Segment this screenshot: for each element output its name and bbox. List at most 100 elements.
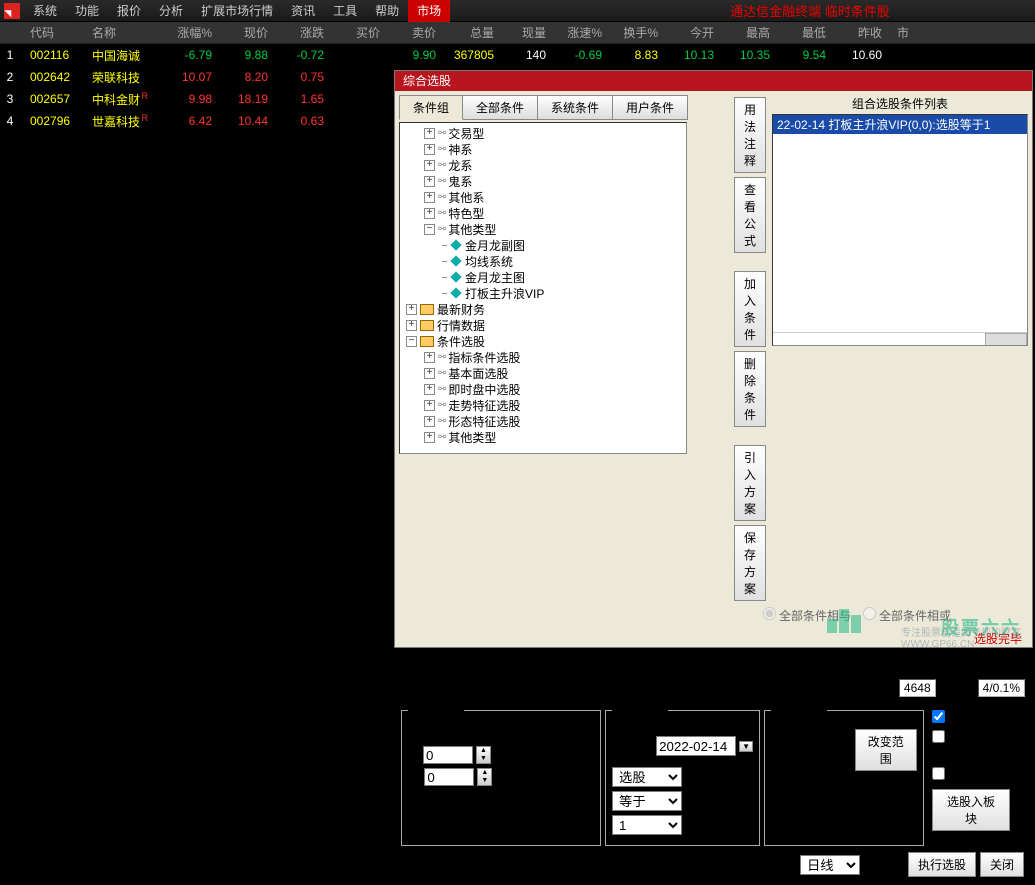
tree-item[interactable]: ⎯打板主升浪VIP (400, 285, 686, 301)
menu-工具[interactable]: 工具 (324, 0, 366, 22)
tree-item[interactable]: +⚯神系 (400, 141, 686, 157)
scrollbar-horizontal[interactable] (773, 332, 1027, 346)
tree-item[interactable]: +行情数据 (400, 317, 686, 333)
col-pct[interactable]: 涨幅% (164, 24, 222, 41)
expand-icon[interactable]: − (406, 336, 417, 347)
expand-icon[interactable]: + (406, 320, 417, 331)
action-button-4[interactable]: 引入方案 (734, 445, 766, 521)
expand-icon[interactable]: + (424, 384, 435, 395)
tree-item[interactable]: +⚯其他系 (400, 189, 686, 205)
expand-icon[interactable]: + (424, 176, 435, 187)
condition-list-item[interactable]: 22-02-14 打板主升浪VIP(0,0):选股等于1 (773, 115, 1027, 134)
expand-icon[interactable]: + (424, 208, 435, 219)
tree-item[interactable]: ⎯金月龙主图 (400, 269, 686, 285)
expand-icon[interactable]: + (424, 352, 435, 363)
spin-up-icon[interactable]: ▲▼ (477, 768, 492, 786)
col-speed[interactable]: 涨速% (556, 24, 612, 41)
action-button-1[interactable]: 查看公式 (734, 177, 766, 253)
expand-icon[interactable]: + (424, 144, 435, 155)
tree-item[interactable]: +⚯指标条件选股 (400, 349, 686, 365)
expand-icon[interactable]: + (424, 128, 435, 139)
col-m[interactable]: 市 (892, 24, 919, 41)
tree-item[interactable]: +⚯即时盘中选股 (400, 381, 686, 397)
close-button[interactable]: 关闭 (980, 852, 1024, 877)
tab-1[interactable]: 全部条件 (462, 95, 538, 120)
tree-item[interactable]: −条件选股 (400, 333, 686, 349)
radio-all-or[interactable]: 全部条件相或 (863, 607, 951, 624)
tree-item[interactable]: +⚯形态特征选股 (400, 413, 686, 429)
tree-item[interactable]: +⚯鬼系 (400, 173, 686, 189)
run-selection-button[interactable]: 执行选股 (908, 852, 976, 877)
spin-up-icon[interactable]: ▲▼ (476, 746, 491, 764)
menu-帮助[interactable]: 帮助 (366, 0, 408, 22)
date-input[interactable] (656, 736, 736, 756)
tree-item[interactable]: +⚯其他类型 (400, 429, 686, 445)
tree-item[interactable]: +⚯基本面选股 (400, 365, 686, 381)
link-icon: ⚯ (438, 160, 446, 171)
period-select[interactable]: 日线 (800, 855, 860, 875)
col-cur[interactable]: 现量 (504, 24, 556, 41)
tree-item[interactable]: +⚯龙系 (400, 157, 686, 173)
table-row[interactable]: 1002116中国海诚-6.799.88-0.729.90367805140-0… (0, 44, 1035, 66)
check-fq[interactable] (932, 710, 945, 723)
tree-item[interactable]: ⎯均线系统 (400, 253, 686, 269)
action-button-0[interactable]: 用法注释 (734, 97, 766, 173)
condition-tree[interactable]: +⚯交易型+⚯神系+⚯龙系+⚯鬼系+⚯其他系+⚯特色型−⚯其他类型⎯金月龙副图⎯… (399, 122, 687, 454)
tab-2[interactable]: 系统条件 (537, 95, 613, 120)
col-name[interactable]: 名称 (92, 24, 164, 41)
chevron-down-icon[interactable]: ▼ (739, 741, 753, 752)
tree-item[interactable]: −⚯其他类型 (400, 221, 686, 237)
expand-icon[interactable]: + (424, 192, 435, 203)
col-high[interactable]: 最高 (724, 24, 780, 41)
link-icon: ⚯ (438, 144, 446, 155)
expand-icon[interactable]: + (424, 160, 435, 171)
link-icon: ⚯ (438, 192, 446, 203)
col-code[interactable]: 代码 (30, 24, 92, 41)
action-button-3[interactable]: 删除条件 (734, 351, 766, 427)
cond-value-select[interactable]: 1 (612, 815, 682, 835)
menu-市场[interactable]: 市场 (408, 0, 450, 22)
cond-field-select[interactable]: 选股 (612, 767, 682, 787)
expand-icon[interactable]: − (424, 224, 435, 235)
check-untraded[interactable] (932, 730, 945, 743)
expand-icon[interactable]: + (424, 400, 435, 411)
col-prev[interactable]: 昨收 (836, 24, 892, 41)
menu-系统[interactable]: 系统 (24, 0, 66, 22)
stat-selected-label: 选中数 (939, 680, 975, 697)
tab-0[interactable]: 条件组 (399, 95, 463, 120)
menu-扩展市场行情[interactable]: 扩展市场行情 (192, 0, 282, 22)
tree-item[interactable]: +⚯特色型 (400, 205, 686, 221)
tree-item[interactable]: ⎯金月龙副图 (400, 237, 686, 253)
param-m-input[interactable] (424, 768, 474, 786)
tab-3[interactable]: 用户条件 (612, 95, 688, 120)
folder-icon (420, 320, 434, 331)
expand-icon[interactable]: + (424, 416, 435, 427)
tree-item[interactable]: +⚯走势特征选股 (400, 397, 686, 413)
menu-分析[interactable]: 分析 (150, 0, 192, 22)
expand-icon[interactable]: + (424, 368, 435, 379)
check-st[interactable] (932, 767, 945, 780)
menu-功能[interactable]: 功能 (66, 0, 108, 22)
expand-icon[interactable]: + (406, 304, 417, 315)
col-chg[interactable]: 涨跌 (278, 24, 334, 41)
col-ask[interactable]: 卖价 (390, 24, 446, 41)
col-price[interactable]: 现价 (222, 24, 278, 41)
condition-list[interactable]: 22-02-14 打板主升浪VIP(0,0):选股等于1 (772, 114, 1028, 346)
action-button-5[interactable]: 保存方案 (734, 525, 766, 601)
menu-资讯[interactable]: 资讯 (282, 0, 324, 22)
cond-op-select[interactable]: 等于 (612, 791, 682, 811)
action-button-2[interactable]: 加入条件 (734, 271, 766, 347)
tree-item[interactable]: +最新财务 (400, 301, 686, 317)
col-vol[interactable]: 总量 (446, 24, 504, 41)
tree-item[interactable]: +⚯交易型 (400, 125, 686, 141)
expand-icon[interactable]: + (424, 432, 435, 443)
change-range-button[interactable]: 改变范围 (855, 729, 917, 771)
col-low[interactable]: 最低 (780, 24, 836, 41)
menu-报价[interactable]: 报价 (108, 0, 150, 22)
col-bid[interactable]: 买价 (334, 24, 390, 41)
col-turn[interactable]: 换手% (612, 24, 668, 41)
into-block-button[interactable]: 选股入板块 (932, 789, 1010, 831)
hint-text: 公式类选股至少需要4个以上周期数据才能选出 (761, 647, 1028, 676)
col-open[interactable]: 今开 (668, 24, 724, 41)
param-n-input[interactable] (423, 746, 473, 764)
